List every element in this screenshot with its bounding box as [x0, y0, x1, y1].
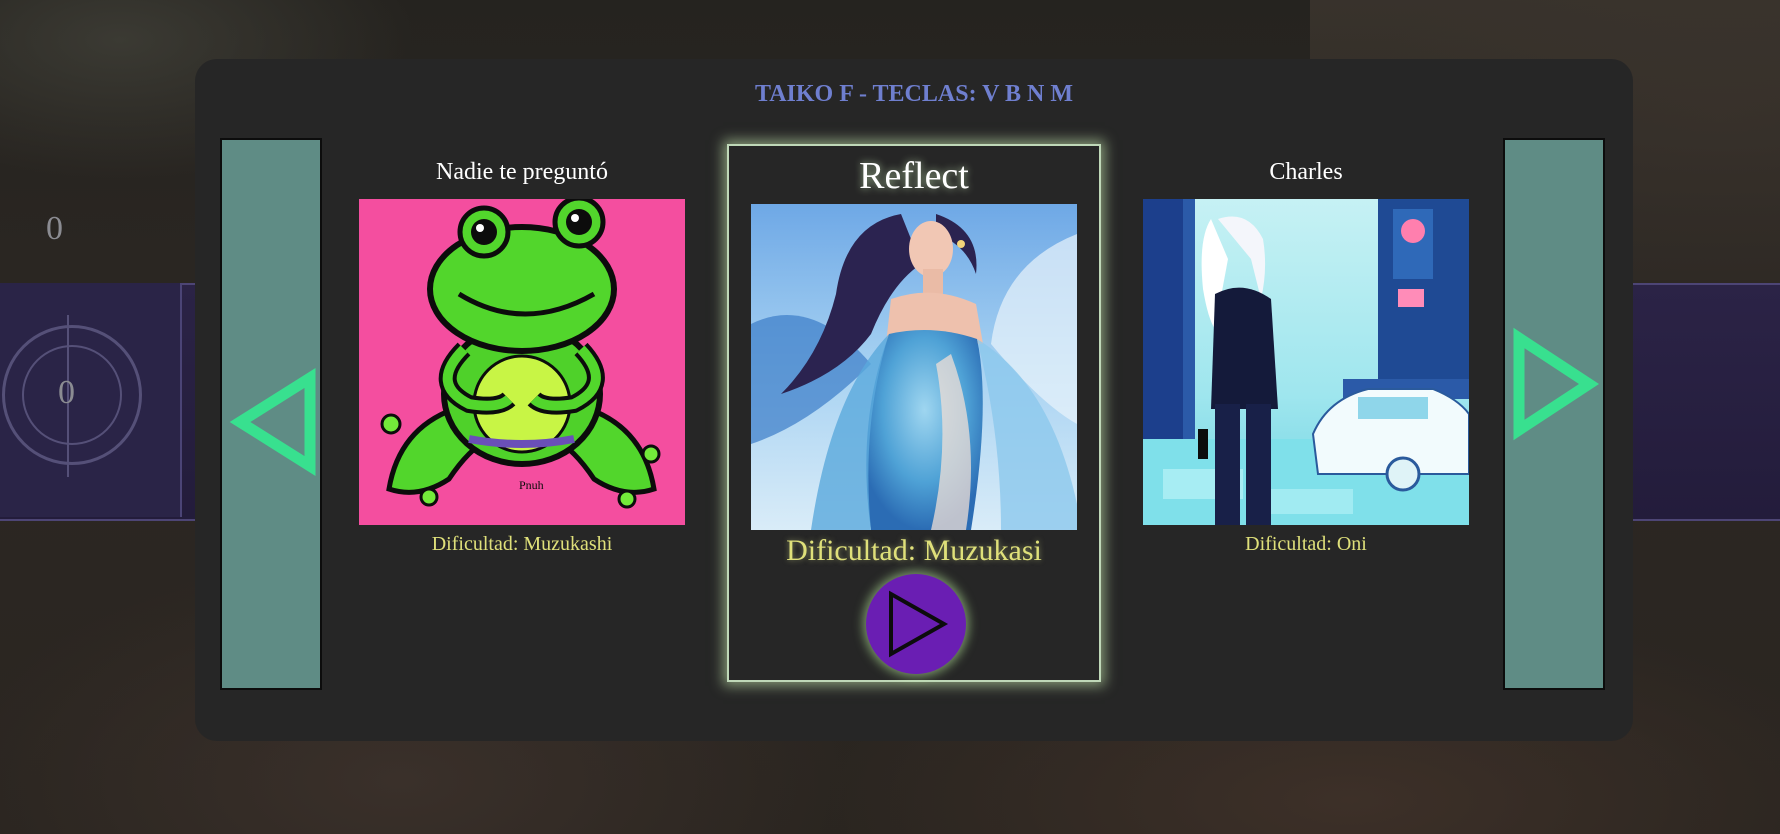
song-difficulty: Dificultad: Muzukashi [431, 533, 613, 555]
next-song-button[interactable] [1503, 138, 1605, 690]
song-card-selected[interactable]: Reflect Dificultad: Muzukasi [727, 144, 1101, 682]
song-card-next[interactable]: Charles Dificultad: Oni [1143, 155, 1469, 556]
song-card-previous[interactable]: Nadie te preguntó Pnuh Dificultad: Muzuk… [359, 155, 685, 556]
song-difficulty: Dificultad: Muzukasi [786, 534, 1042, 567]
song-title: Charles [1269, 159, 1343, 185]
play-button[interactable] [866, 574, 966, 674]
song-title: Nadie te preguntó [436, 159, 608, 185]
song-difficulty: Dificultad: Oni [1245, 533, 1367, 555]
svg-text:Pnuh: Pnuh [519, 478, 544, 492]
song-cover-reflect [751, 204, 1077, 530]
score-counter: 0 [46, 210, 63, 247]
song-cover-charles [1143, 199, 1469, 525]
triangle-right-icon [1513, 327, 1600, 441]
panel-title: TAIKO F - TECLAS: V B N M [754, 81, 1074, 107]
play-icon [889, 590, 949, 658]
combo-counter: 0 [58, 374, 75, 411]
game-screen: 0 0 TAIKO F - TECLAS: V B N M Nadie te p… [0, 0, 1780, 834]
song-title: Reflect [859, 155, 969, 197]
triangle-left-icon [229, 368, 316, 476]
song-select-panel: TAIKO F - TECLAS: V B N M Nadie te pregu… [195, 59, 1633, 741]
previous-song-button[interactable] [220, 138, 322, 690]
song-cover-frog: Pnuh [359, 199, 685, 525]
